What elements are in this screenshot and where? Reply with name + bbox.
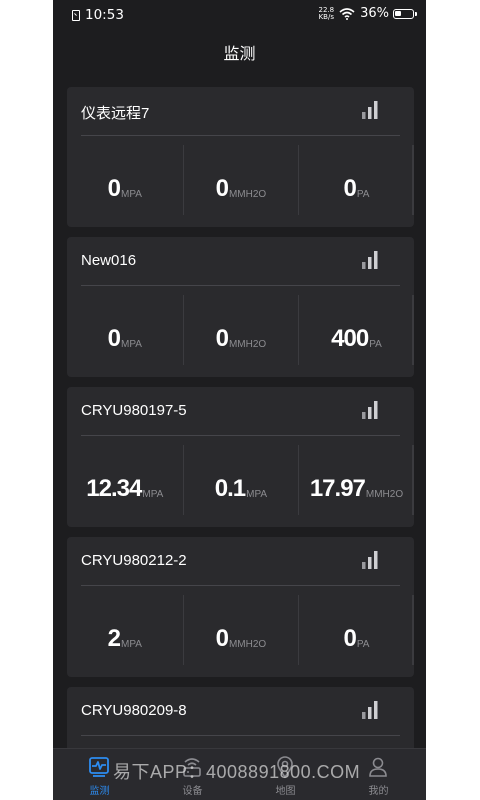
- metric-value: 0: [215, 325, 229, 352]
- card-edge-divider: [412, 295, 414, 365]
- metric-unit: MPA: [121, 339, 142, 350]
- metric-unit: MMH2O: [228, 339, 267, 350]
- device-card[interactable]: CRYU980197-5 12.34 MPA 0.1 MPA 17.97 MMH…: [67, 387, 414, 527]
- metric-value: 0: [215, 175, 229, 202]
- signal-strength-icon: [362, 401, 378, 419]
- battery-percent: 36%: [360, 6, 389, 21]
- status-right: 22.8 KB/s 36%: [318, 6, 417, 21]
- metric-row: 2 MPA 0 MMH2O 0 PA: [67, 595, 414, 665]
- card-header: 仪表远程7: [81, 87, 400, 136]
- metric-cell: 17.97 MMH2O: [298, 445, 414, 515]
- monitor-icon: [89, 757, 109, 777]
- tab-label: 设备: [182, 786, 203, 797]
- card-header: CRYU980209-8: [81, 687, 400, 736]
- device-card-list: 仪表远程7 0 MPA 0 MMH2O 0 PA New016 0 MPA 0 …: [67, 87, 414, 800]
- metric-cell: 0.1 MPA: [182, 445, 299, 515]
- metric-value: 0: [107, 175, 121, 202]
- tab-label: 监测: [89, 786, 110, 797]
- metric-unit: MPA: [121, 189, 142, 200]
- device-card[interactable]: New016 0 MPA 0 MMH2O 400 PA: [67, 237, 414, 377]
- wifi-icon: [339, 7, 355, 20]
- device-card[interactable]: 仪表远程7 0 MPA 0 MMH2O 0 PA: [67, 87, 414, 227]
- metric-cell: 0 MPA: [67, 295, 183, 365]
- metric-value: 400: [331, 325, 369, 352]
- signal-strength-icon: [362, 701, 378, 719]
- status-left: 10:53: [72, 7, 124, 23]
- metric-unit: PA: [369, 339, 382, 350]
- metric-unit: MMH2O: [228, 189, 267, 200]
- page-title: 监测: [223, 44, 256, 63]
- metric-value: 0: [343, 625, 357, 652]
- metric-value: 12.34: [86, 475, 142, 502]
- metric-row: 0 MPA 0 MMH2O 400 PA: [67, 295, 414, 365]
- status-bar: 10:53 22.8 KB/s 36%: [53, 0, 426, 30]
- tab-label: 地图: [275, 786, 296, 797]
- metric-value: 0: [343, 175, 357, 202]
- tab-label: 我的: [368, 786, 389, 797]
- metric-value: 17.97: [309, 475, 366, 502]
- device-card[interactable]: CRYU980212-2 2 MPA 0 MMH2O 0 PA: [67, 537, 414, 677]
- metric-cell: 0 PA: [298, 145, 414, 215]
- card-header: CRYU980212-2: [81, 537, 400, 586]
- metric-cell: 0 MMH2O: [182, 595, 299, 665]
- network-speed: 22.8 KB/s: [318, 6, 335, 21]
- device-name: CRYU980212-2: [81, 552, 187, 569]
- device-name: CRYU980197-5: [81, 402, 187, 419]
- card-header: CRYU980197-5: [81, 387, 400, 436]
- metric-unit: MPA: [121, 639, 142, 650]
- metric-row: 0 MPA 0 MMH2O 0 PA: [67, 145, 414, 215]
- metric-cell: 0 MPA: [67, 145, 183, 215]
- metric-value: 0.1: [214, 475, 246, 502]
- metric-unit: MPA: [142, 489, 164, 500]
- metric-unit: PA: [356, 189, 370, 200]
- metric-unit: MPA: [246, 489, 268, 500]
- network-speed-unit: KB/s: [318, 12, 334, 21]
- device-name: CRYU980209-8: [81, 702, 187, 719]
- metric-unit: MMH2O: [365, 489, 404, 500]
- device-name: New016: [81, 252, 137, 269]
- battery-icon: [393, 8, 417, 19]
- card-edge-divider: [412, 595, 414, 665]
- metric-row: 12.34 MPA 0.1 MPA 17.97 MMH2O: [67, 445, 414, 515]
- metric-value: 0: [215, 625, 229, 652]
- metric-unit: PA: [356, 639, 370, 650]
- metric-cell: 0 MMH2O: [182, 295, 299, 365]
- signal-strength-icon: [362, 551, 378, 569]
- metric-cell: 0 MMH2O: [182, 145, 299, 215]
- metric-cell: 400 PA: [298, 295, 414, 365]
- card-edge-divider: [412, 145, 414, 215]
- signal-strength-icon: [362, 101, 378, 119]
- signal-strength-icon: [362, 251, 378, 269]
- card-edge-divider: [412, 445, 414, 515]
- metric-cell: 0 PA: [298, 595, 414, 665]
- app-screen: 10:53 22.8 KB/s 36% 监测 仪表远程7 0 MPA 0 MMH…: [53, 0, 426, 800]
- metric-cell: 2 MPA: [67, 595, 183, 665]
- device-name: 仪表远程7: [81, 105, 150, 122]
- card-header: New016: [81, 237, 400, 286]
- sim-icon: [72, 9, 80, 21]
- metric-value: 0: [107, 325, 121, 352]
- metric-unit: MMH2O: [228, 639, 267, 650]
- metric-value: 2: [107, 625, 121, 652]
- watermark-text: 易下APP：4008891800.COM: [113, 762, 361, 782]
- status-time: 10:53: [85, 7, 124, 23]
- metric-cell: 12.34 MPA: [67, 445, 183, 515]
